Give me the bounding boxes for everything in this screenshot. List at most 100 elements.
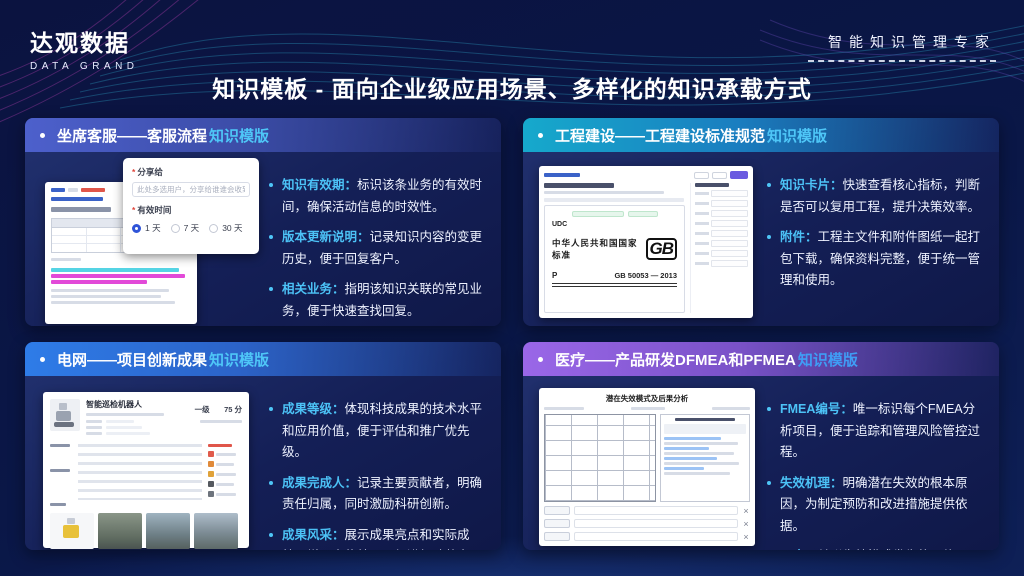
green-tag (628, 211, 658, 217)
bullet-term: 知识卡片： (780, 178, 843, 192)
thumbnail-medical: 潜在失效模式及后果分析 (537, 386, 755, 550)
radio-30day-label[interactable]: 30 天 (222, 222, 242, 234)
brand-logo-cn: 达观数据 (30, 24, 139, 58)
fmea-sheet-title: 潜在失效模式及后果分析 (544, 393, 750, 404)
radio-1day-selected[interactable] (132, 224, 141, 233)
photo-robot-drawing (50, 513, 94, 549)
form-input-bar[interactable] (574, 506, 738, 515)
brand-tagline: 智能知识管理专家 (808, 32, 996, 62)
doc-toolbar-item (68, 188, 78, 192)
radio-7day[interactable] (171, 224, 180, 233)
panel-title-main: 工程建设——工程建设标准规范 (555, 128, 765, 145)
list-item: 失效机理：明确潜在失效的根本原因，为制定预防和改进措施提供依据。 (767, 473, 983, 538)
list-item: FMEA编号：唯一标识每个FMEA分析项目，便于追踪和管理风险管控过程。 (767, 399, 983, 464)
editor-breadcrumb (544, 173, 580, 177)
doc-highlight-magenta (51, 280, 147, 284)
required-asterisk: * (132, 205, 135, 215)
form-label-box (544, 519, 570, 528)
green-tag (572, 211, 624, 217)
panel-title-highlight: 知识模版 (209, 352, 269, 369)
panel-title-main: 电网——项目创新成果 (57, 352, 207, 369)
doc-link-line (51, 197, 103, 201)
doc-text-line (51, 258, 81, 261)
contributor-list (208, 444, 242, 501)
list-item: 工序：关联失效模式发生的具体环节，确保针对性优化流程、降低风险。 (767, 546, 983, 550)
doc-text-line (51, 301, 175, 304)
bullet-term: FMEA编号： (780, 402, 853, 416)
secondary-button[interactable] (694, 172, 709, 179)
header-bullet-dot (40, 357, 45, 362)
gb-standard-cover: UDC 中华人民共和国国家标准 GB P GB 50053 — 2013 (544, 205, 685, 313)
validity-radio-group: 1 天 7 天 30 天 (132, 222, 250, 234)
photo-field-3 (194, 513, 238, 549)
tagline-dashed-line (808, 60, 996, 62)
bullet-dot-icon (767, 407, 771, 411)
share-input[interactable] (132, 182, 250, 197)
primary-button[interactable] (730, 171, 748, 179)
achievement-subtitle (86, 413, 164, 416)
page-title: 知识模板 - 面向企业级应用场景、多样化的知识承载方式 (0, 70, 1024, 104)
bullet-dot-icon (269, 533, 273, 537)
validity-label: 有效时间 (137, 204, 171, 216)
doc-toolbar-item (51, 188, 65, 192)
form-label-box (544, 532, 570, 541)
header-bullet-dot (538, 357, 543, 362)
panel-title: 坐席客服——客服流程知识模版 (57, 125, 269, 146)
doc-heading-line (51, 207, 111, 212)
achievement-title: 智能巡检机器人 (86, 399, 189, 410)
bullet-term: 成果风采： (282, 528, 345, 542)
list-item: 成果等级：体现科技成果的技术水平和应用价值，便于评估和推广优先级。 (269, 399, 485, 464)
radio-1day-label[interactable]: 1 天 (145, 222, 161, 234)
list-item: 版本更新说明：记录知识内容的变更历史，便于回复客户。 (269, 227, 485, 270)
validity-label-row: * 有效时间 (132, 204, 250, 216)
doc-text-line (51, 295, 161, 298)
gb-standard-code: GB 50053 — 2013 (614, 271, 677, 280)
gb-standard-name: 中华人民共和国国家标准 (552, 237, 646, 261)
mini-fmea-screenshot: 潜在失效模式及后果分析 (539, 388, 755, 546)
fmea-report-panel (660, 414, 750, 502)
bullet-dot-icon (269, 481, 273, 485)
thumbnail-engineering: UDC 中华人民共和国国家标准 GB P GB 50053 — 2013 (537, 162, 755, 326)
form-input-bar[interactable] (574, 519, 738, 528)
list-item: 附件：工程主文件和附件图纸一起打包下载，确保资料完整，便于统一管理和使用。 (767, 227, 983, 292)
list-item: 知识卡片：快速查看核心指标，判断是否可以复用工程，提升决策效率。 (767, 175, 983, 218)
gb-udc: UDC (552, 221, 677, 228)
cover-rule (552, 286, 677, 287)
radio-7day-label[interactable]: 7 天 (184, 222, 200, 234)
bullet-list: 知识卡片：快速查看核心指标，判断是否可以复用工程，提升决策效率。 附件：工程主文… (767, 162, 985, 326)
bullet-term: 工序： (780, 549, 818, 550)
thumbnail-customer-service: * 分享给 * 有效时间 1 天 7 天 (39, 162, 257, 326)
panel-title: 工程建设——工程建设标准规范知识模版 (555, 125, 827, 146)
close-icon[interactable] (742, 507, 750, 515)
secondary-button[interactable] (712, 172, 727, 179)
editor-toolbar (544, 198, 684, 202)
gb-p-mark: P (552, 271, 557, 280)
panel-header-medical: 医疗——产品研发DFMEA和PFMEA知识模版 (523, 342, 999, 376)
radio-30day[interactable] (209, 224, 218, 233)
photos-label (50, 503, 66, 506)
brand-tagline-text: 智能知识管理专家 (808, 32, 996, 52)
bullet-dot-icon (767, 235, 771, 239)
doc-meta-line (544, 191, 664, 194)
bullet-list: FMEA编号：唯一标识每个FMEA分析项目，便于追踪和管理风险管控过程。 失效机… (767, 386, 985, 550)
bullet-dot-icon (767, 183, 771, 187)
list-item: 相关业务：指明该知识关联的常见业务，便于快速查找回复。 (269, 279, 485, 322)
mini-achievement-screenshot: 智能巡检机器人 一级 75 分 (43, 392, 249, 548)
close-icon[interactable] (742, 533, 750, 541)
panel-title-main: 坐席客服——客服流程 (57, 128, 207, 145)
slide: 达观数据 DATA GRAND 智能知识管理专家 知识模板 - 面向企业级应用场… (0, 0, 1024, 576)
panel-title-highlight: 知识模版 (767, 128, 827, 145)
form-input-bar[interactable] (574, 532, 738, 541)
gb-logo: GB (646, 238, 678, 261)
doc-title-line (544, 183, 614, 188)
panel-grid: 坐席客服——客服流程知识模版 (25, 118, 999, 550)
panel-title-highlight: 知识模版 (798, 352, 858, 369)
header-bullet-dot (538, 133, 543, 138)
photo-field-2 (146, 513, 190, 549)
fmea-form-rows (544, 506, 750, 541)
doc-highlight-magenta (51, 274, 185, 278)
panel-header-engineering: 工程建设——工程建设标准规范知识模版 (523, 118, 999, 152)
knowledge-card-sidebar (690, 183, 748, 313)
panel-header-power-grid: 电网——项目创新成果知识模版 (25, 342, 501, 376)
close-icon[interactable] (742, 520, 750, 528)
